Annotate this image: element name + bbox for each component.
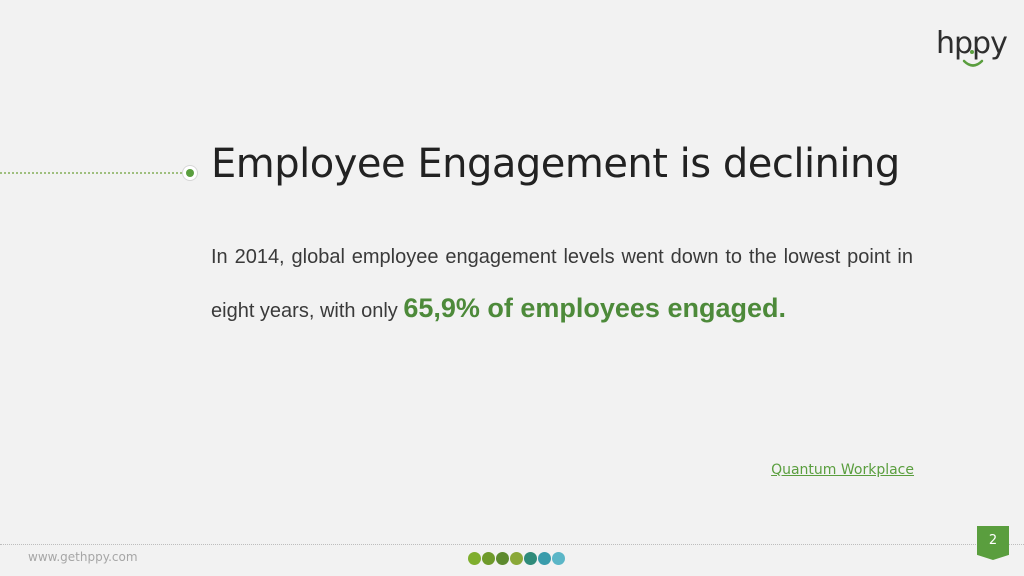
timeline-dotted-line (0, 172, 186, 174)
body-paragraph: In 2014, global employee engagement leve… (211, 232, 913, 337)
footer-dots (468, 552, 565, 565)
smile-logo-icon (962, 50, 984, 67)
body-highlight: 65,9% of employees engaged. (403, 293, 786, 323)
footer-divider (0, 544, 1024, 545)
footer-dot-icon (468, 552, 481, 565)
page-number-badge: 2 (977, 526, 1009, 560)
footer-url: www.gethppy.com (28, 550, 138, 564)
slide: hppy Employee Engagement is declining In… (0, 0, 1024, 576)
footer-dot-icon (538, 552, 551, 565)
footer-dot-icon (482, 552, 495, 565)
footer-dot-icon (510, 552, 523, 565)
slide-title: Employee Engagement is declining (211, 141, 900, 187)
footer-dot-icon (552, 552, 565, 565)
source-link[interactable]: Quantum Workplace (771, 462, 914, 478)
footer-dot-icon (496, 552, 509, 565)
footer-dot-icon (524, 552, 537, 565)
timeline-node-icon (183, 166, 197, 180)
hppy-logo: hppy (936, 28, 1012, 72)
